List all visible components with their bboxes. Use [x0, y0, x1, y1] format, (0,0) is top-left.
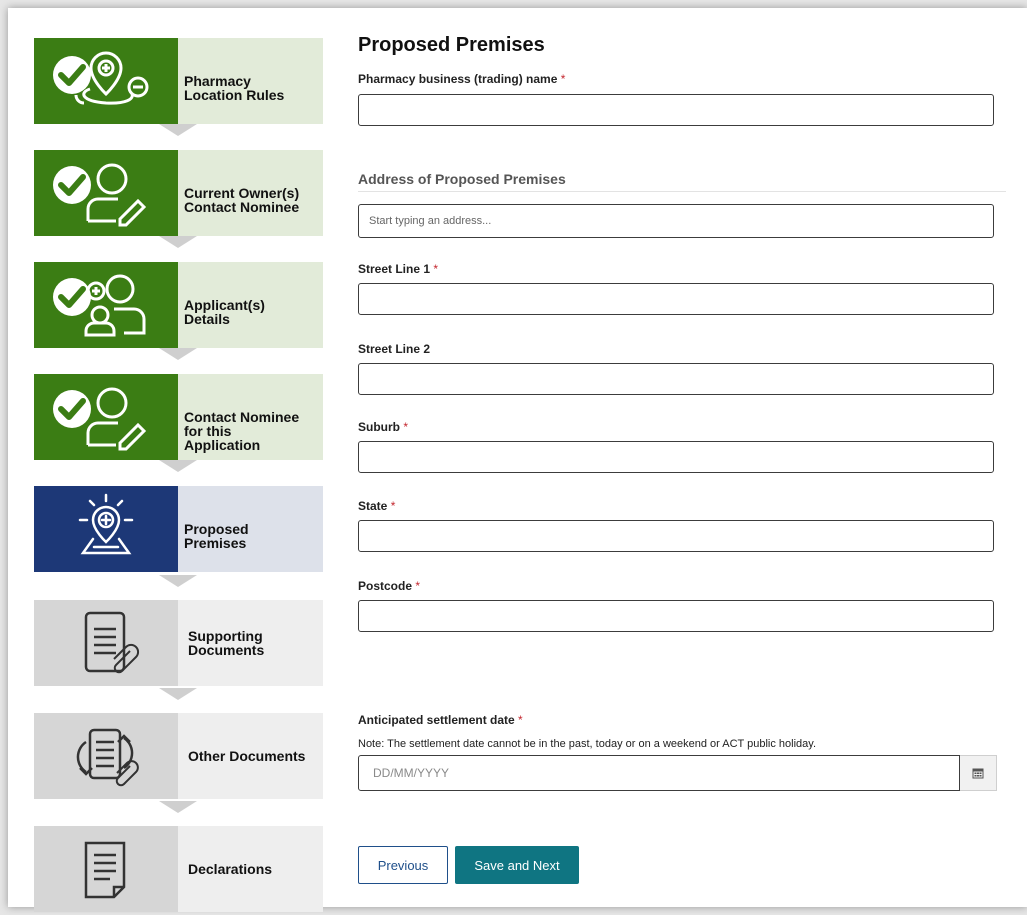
- postcode-label: Postcode *: [358, 579, 421, 593]
- previous-button[interactable]: Previous: [358, 846, 448, 884]
- required-mark: *: [403, 420, 409, 434]
- suburb-label: Suburb *: [358, 420, 409, 434]
- step-connector-arrow: [159, 460, 197, 472]
- step-current-owner-contact-nominee[interactable]: Current Owner(s) Contact Nominee: [34, 150, 323, 236]
- step-label: Contact Nominee for this Application: [184, 409, 300, 453]
- step-connector-arrow: [159, 124, 197, 136]
- calendar-icon: [972, 768, 984, 779]
- step-label: Other Documents: [188, 748, 306, 764]
- step-connector-arrow: [159, 801, 197, 813]
- street-line-1-input[interactable]: [358, 283, 994, 315]
- state-label: State *: [358, 499, 396, 513]
- step-declarations[interactable]: Declarations: [34, 826, 323, 912]
- required-mark: *: [560, 72, 566, 86]
- address-search-input[interactable]: [358, 204, 994, 238]
- step-applicants-details[interactable]: Applicant(s) Details: [34, 262, 323, 348]
- owner-contact-check-icon: [34, 150, 178, 236]
- step-other-documents[interactable]: Other Documents: [34, 713, 323, 799]
- suburb-input[interactable]: [358, 441, 994, 473]
- step-pharmacy-location-rules[interactable]: Pharmacy Location Rules: [34, 38, 323, 124]
- settlement-date-picker: [358, 755, 998, 791]
- postcode-input[interactable]: [358, 600, 994, 632]
- document-exchange-icon: [34, 713, 178, 799]
- required-mark: *: [415, 579, 421, 593]
- page-title: Proposed Premises: [358, 34, 545, 56]
- step-label: Current Owner(s) Contact Nominee: [184, 185, 300, 215]
- nominee-check-icon: [34, 374, 178, 460]
- street-line-2-input[interactable]: [358, 363, 994, 395]
- step-connector-arrow: [159, 236, 197, 248]
- address-section-title: Address of Proposed Premises: [358, 171, 566, 187]
- section-divider: [358, 191, 1006, 192]
- settlement-date-note: Note: The settlement date cannot be in t…: [358, 738, 817, 750]
- applicant-check-icon: [34, 262, 178, 348]
- step-proposed-premises[interactable]: Proposed Premises: [34, 486, 323, 572]
- step-connector-arrow: [159, 575, 197, 587]
- street-line-1-label: Street Line 1 *: [358, 262, 439, 276]
- settlement-date-input[interactable]: [358, 755, 960, 791]
- document-attachment-icon: [34, 600, 178, 686]
- business-name-input[interactable]: [358, 94, 994, 126]
- step-label: Pharmacy Location Rules: [184, 73, 285, 103]
- business-name-label: Pharmacy business (trading) name *: [358, 72, 566, 86]
- premises-pin-icon: [34, 486, 178, 572]
- save-and-next-button[interactable]: Save and Next: [455, 846, 579, 884]
- step-supporting-documents[interactable]: Supporting Documents: [34, 600, 323, 686]
- step-label: Proposed Premises: [184, 521, 249, 551]
- calendar-button[interactable]: [960, 755, 997, 791]
- required-mark: *: [433, 262, 439, 276]
- street-line-2-label: Street Line 2: [358, 342, 431, 356]
- step-label: Declarations: [188, 861, 273, 877]
- location-check-icon: [34, 38, 178, 124]
- step-label: Applicant(s) Details: [184, 297, 265, 327]
- application-page: Pharmacy Location Rules Current Owner(s)…: [8, 8, 1027, 912]
- step-contact-nominee-application[interactable]: Contact Nominee for this Application: [34, 374, 323, 460]
- required-mark: *: [518, 713, 523, 727]
- step-connector-arrow: [159, 688, 197, 700]
- step-connector-arrow: [159, 348, 197, 360]
- declaration-document-icon: [34, 826, 178, 912]
- state-input[interactable]: [358, 520, 994, 552]
- required-mark: *: [390, 499, 396, 513]
- step-label: Supporting Documents: [188, 628, 265, 658]
- settlement-date-label: Anticipated settlement date *: [358, 713, 523, 727]
